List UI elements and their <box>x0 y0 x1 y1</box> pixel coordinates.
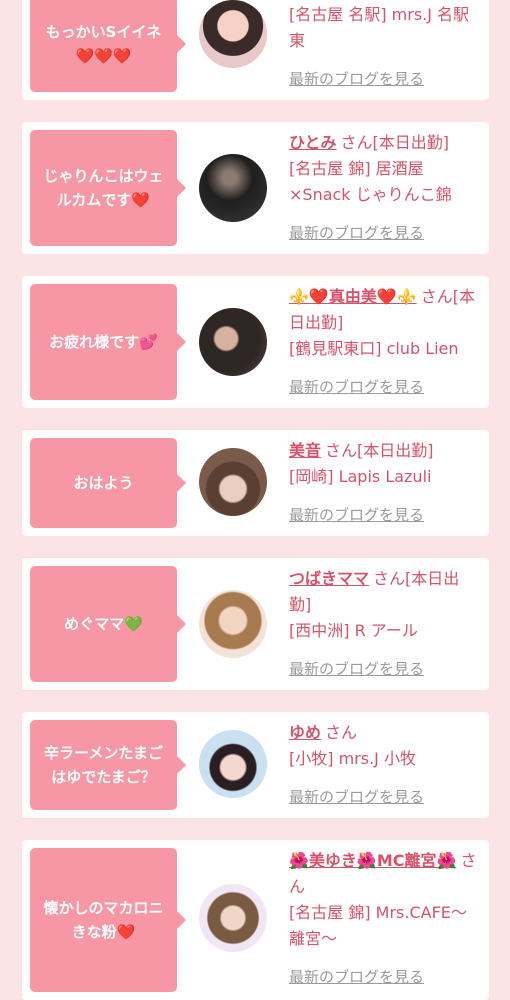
avatar[interactable] <box>199 308 267 376</box>
member-name-link[interactable]: 美音 <box>289 441 321 460</box>
blog-card: 辛ラーメンたまごはゆでたまご？ ゆめ さん [小牧] mrs.J 小牧 最新のブロ… <box>22 712 489 818</box>
member-name-link[interactable]: つばきママ <box>289 569 369 588</box>
latest-blog-link[interactable]: 最新のブログを見る <box>289 786 424 807</box>
message-text: じゃりんこはウェルカムです❤️ <box>43 167 164 209</box>
message-text: 辛ラーメンたまごはゆでたまご？ <box>44 744 163 786</box>
member-name-link[interactable]: ひとみ <box>289 133 337 152</box>
shop-info: [西中洲] R アール <box>289 621 418 640</box>
member-name-link[interactable]: 🌺美ゆき🌺MC離宮🌺 <box>289 851 456 870</box>
avatar[interactable] <box>199 0 267 68</box>
san-label: さん <box>325 723 358 742</box>
message-bubble: 懐かしのマカロニきな粉❤️ <box>30 848 186 992</box>
message-bubble: めぐママ💚 <box>30 566 186 682</box>
blog-card: じゃりんこはウェルカムです❤️ ひとみ さん[本日出勤] [名古屋 錦] 居酒屋×… <box>22 122 489 254</box>
blog-card: おはよう 美音 さん[本日出勤] [岡崎] Lapis Lazuli 最新のブログ… <box>22 430 489 536</box>
shop-info: [小牧] mrs.J 小牧 <box>289 749 416 768</box>
latest-blog-link[interactable]: 最新のブログを見る <box>289 222 424 243</box>
status-label: [本日出勤] <box>372 133 450 152</box>
message-text: お疲れ様です💕 <box>49 333 158 351</box>
avatar[interactable] <box>199 154 267 222</box>
avatar[interactable] <box>199 884 267 952</box>
message-text: おはよう <box>73 474 134 492</box>
message-bubble: じゃりんこはウェルカムです❤️ <box>30 130 186 246</box>
san-label: さん <box>325 441 358 460</box>
message-bubble: 辛ラーメンたまごはゆでたまご？ <box>30 720 186 810</box>
latest-blog-link[interactable]: 最新のブログを見る <box>289 376 424 397</box>
message-text: 懐かしのマカロニきな粉❤️ <box>43 899 164 941</box>
san-label: さん <box>420 287 453 306</box>
message-text: もっかいSイイネ❤️❤️❤️ <box>45 23 162 65</box>
blog-card: お疲れ様です💕 ⚜️❤️真由美❤️⚜️ さん[本日出勤] [鶴見駅東口] club… <box>22 276 489 408</box>
san-label: さん <box>340 133 373 152</box>
blog-card: もっかいSイイネ❤️❤️❤️ [名古屋 名駅] mrs.J 名駅東 最新のブログ… <box>22 0 489 100</box>
latest-blog-link[interactable]: 最新のブログを見る <box>289 966 424 987</box>
member-name-link[interactable]: ⚜️❤️真由美❤️⚜️ <box>289 287 417 306</box>
san-label: さん <box>373 569 406 588</box>
avatar[interactable] <box>199 448 267 516</box>
shop-info: [岡崎] Lapis Lazuli <box>289 467 432 486</box>
latest-blog-link[interactable]: 最新のブログを見る <box>289 658 424 679</box>
message-bubble: お疲れ様です💕 <box>30 284 186 400</box>
message-bubble: おはよう <box>30 438 186 528</box>
shop-info: [名古屋 錦] 居酒屋×Snack じゃりんこ錦 <box>289 159 452 204</box>
avatar[interactable] <box>199 590 267 658</box>
member-name-link[interactable]: ゆめ <box>289 723 321 742</box>
shop-info: [名古屋 名駅] mrs.J 名駅東 <box>289 5 470 50</box>
blog-card: めぐママ💚 つばきママ さん[本日出勤] [西中洲] R アール 最新のブログを見… <box>22 558 489 690</box>
blog-card: 懐かしのマカロニきな粉❤️ 🌺美ゆき🌺MC離宮🌺 さん [名古屋 錦] Mrs.C… <box>22 840 489 1000</box>
shop-info: [名古屋 錦] Mrs.CAFE〜離宮〜 <box>289 903 467 948</box>
latest-blog-link[interactable]: 最新のブログを見る <box>289 68 424 89</box>
avatar[interactable] <box>199 730 267 798</box>
latest-blog-link[interactable]: 最新のブログを見る <box>289 504 424 525</box>
shop-info: [鶴見駅東口] club Lien <box>289 339 459 358</box>
status-label: [本日出勤] <box>357 441 434 460</box>
message-bubble: もっかいSイイネ❤️❤️❤️ <box>30 0 186 92</box>
message-text: めぐママ💚 <box>64 615 143 633</box>
